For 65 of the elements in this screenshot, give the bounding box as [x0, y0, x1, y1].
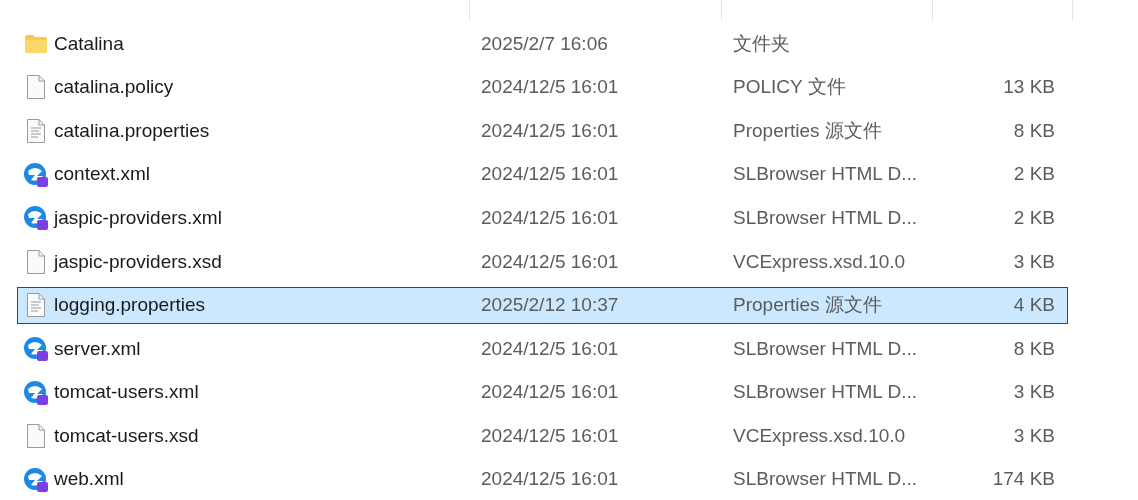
modified-date: 2024/12/5 16:01 — [481, 423, 620, 448]
file-name: context.xml — [54, 162, 152, 187]
browser-icon — [23, 335, 49, 362]
modified-date: 2024/12/5 16:01 — [481, 205, 620, 230]
file-size: 3 KB — [1013, 380, 1055, 405]
file-type: VCExpress.xsd.10.0 — [733, 249, 907, 274]
modified-date: 2025/2/7 16:06 — [481, 31, 609, 56]
file-row[interactable]: server.xml 2024/12/5 16:01 SLBrowser HTML D... 8 KB — [17, 330, 1068, 368]
file-row[interactable]: catalina.policy 2024/12/5 16:01 POLICY 文件 13 KB — [17, 68, 1068, 106]
modified-date: 2024/12/5 16:01 — [481, 380, 620, 405]
file-name: catalina.policy — [54, 75, 175, 100]
modified-date: 2024/12/5 16:01 — [481, 467, 620, 492]
file-type: POLICY 文件 — [733, 75, 847, 100]
modified-date: 2024/12/5 16:01 — [481, 118, 620, 143]
file-name: logging.properties — [54, 293, 207, 318]
file-size: 13 KB — [1003, 75, 1055, 100]
file-type: Properties 源文件 — [733, 293, 883, 318]
file-type: SLBrowser HTML D... — [733, 336, 919, 361]
file-name: jaspic-providers.xsd — [54, 249, 223, 274]
file-type: 文件夹 — [733, 31, 791, 56]
file-size: 4 KB — [1013, 293, 1055, 318]
modified-date: 2025/2/12 10:37 — [481, 293, 620, 318]
file-row[interactable]: context.xml 2024/12/5 16:01 SLBrowser HTML D... 2 KB — [17, 156, 1068, 194]
folder-icon — [24, 33, 48, 54]
text-file-icon — [26, 118, 46, 144]
file-type: SLBrowser HTML D... — [733, 380, 919, 405]
browser-icon — [23, 205, 49, 232]
file-size: 3 KB — [1013, 423, 1055, 448]
file-type: VCExpress.xsd.10.0 — [733, 423, 907, 448]
file-row[interactable]: Catalina 2025/2/7 16:06 文件夹 — [17, 25, 1068, 63]
file-row[interactable]: logging.properties 2025/2/12 10:37 Properties 源文件 4 KB — [17, 286, 1068, 324]
file-name: jaspic-providers.xml — [54, 205, 223, 230]
file-size: 3 KB — [1013, 249, 1055, 274]
file-size: 8 KB — [1013, 336, 1055, 361]
modified-date: 2024/12/5 16:01 — [481, 162, 620, 187]
file-icon — [26, 423, 46, 450]
file-type: SLBrowser HTML D... — [733, 205, 919, 230]
file-name: server.xml — [54, 336, 142, 361]
file-name: tomcat-users.xsd — [54, 423, 200, 448]
file-row[interactable]: catalina.properties 2024/12/5 16:01 Properties 源文件 8 KB — [17, 112, 1068, 150]
browser-icon — [23, 161, 49, 188]
file-icon — [26, 248, 46, 275]
file-size: 174 KB — [992, 467, 1055, 492]
modified-date: 2024/12/5 16:01 — [481, 336, 620, 361]
file-name: catalina.properties — [54, 118, 211, 143]
file-row[interactable]: web.xml 2024/12/5 16:01 SLBrowser HTML D... 174 KB — [17, 461, 1068, 499]
modified-date: 2024/12/5 16:01 — [481, 249, 620, 274]
file-type: SLBrowser HTML D... — [733, 467, 919, 492]
file-size: 2 KB — [1013, 205, 1055, 230]
file-type: SLBrowser HTML D... — [733, 162, 919, 187]
file-row[interactable]: jaspic-providers.xsd 2024/12/5 16:01 VCExpress.xsd.10.0 3 KB — [17, 243, 1068, 281]
text-file-icon — [26, 292, 46, 319]
file-name: Catalina — [54, 31, 125, 56]
file-name: tomcat-users.xml — [54, 380, 200, 405]
file-row[interactable]: tomcat-users.xml 2024/12/5 16:01 SLBrowser HTML D... 3 KB — [17, 374, 1068, 412]
file-row[interactable]: tomcat-users.xsd 2024/12/5 16:01 VCExpress.xsd.10.0 3 KB — [17, 417, 1068, 455]
browser-icon — [23, 379, 49, 406]
file-type: Properties 源文件 — [733, 118, 883, 143]
file-size: 8 KB — [1013, 118, 1055, 143]
file-name: web.xml — [54, 467, 125, 492]
browser-icon — [23, 466, 49, 493]
file-size: 2 KB — [1013, 162, 1055, 187]
modified-date: 2024/12/5 16:01 — [481, 75, 620, 100]
file-icon — [26, 74, 46, 101]
file-row[interactable]: jaspic-providers.xml 2024/12/5 16:01 SLBrowser HTML D... 2 KB — [17, 199, 1068, 237]
